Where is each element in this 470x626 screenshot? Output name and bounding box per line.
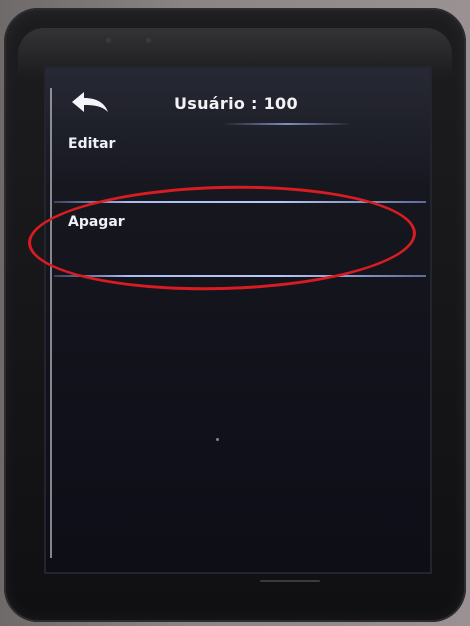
device-screen: Usuário : 100 Editar Apagar (44, 66, 432, 574)
bezel-reflection (260, 580, 320, 582)
back-arrow-icon[interactable] (70, 90, 110, 116)
screen-edge-reflection (50, 88, 52, 558)
header-underline (222, 123, 352, 125)
menu-item-label: Editar (68, 136, 116, 152)
screen-header: Usuário : 100 (46, 78, 430, 125)
screen-dust-speck (216, 438, 219, 441)
page-title: Usuário : 100 (174, 94, 298, 113)
front-sensor (146, 38, 151, 43)
front-sensor (106, 38, 111, 43)
menu-item-editar[interactable]: Editar (54, 126, 426, 192)
